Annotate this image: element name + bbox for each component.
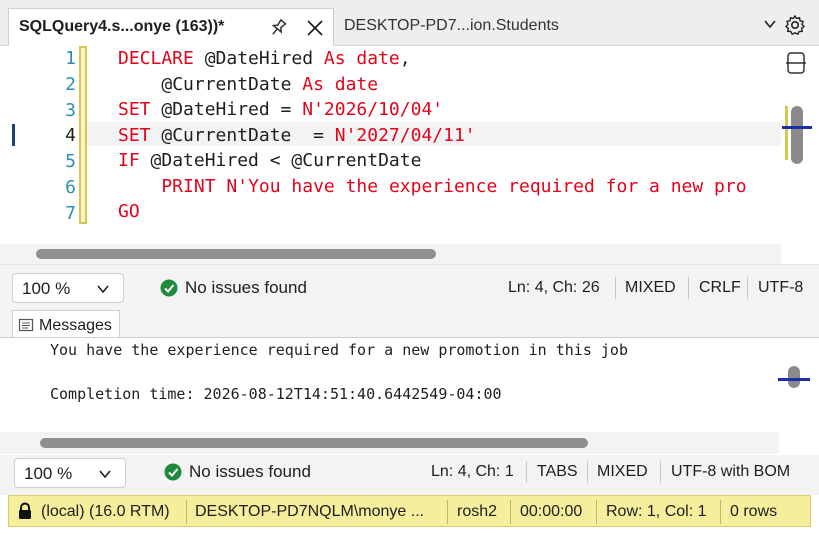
indent-mode[interactable]: TABS: [537, 463, 578, 481]
close-icon[interactable]: [303, 16, 327, 40]
divider: [526, 461, 527, 483]
messages-output[interactable]: You have the experience required for a n…: [0, 337, 819, 455]
server-info: (local) (16.0 RTM): [41, 503, 170, 520]
code-line: DECLARE @DateHired As date,: [118, 48, 411, 69]
query-editor[interactable]: 1 2 3 4 5 6 7 DECLARE @DateHired As date…: [0, 46, 819, 264]
code-line: SET @DateHired = N'2026/10/04': [118, 99, 444, 120]
zoom-value: 100 %: [22, 279, 71, 298]
vertical-scrollbar-thumb[interactable]: [791, 106, 803, 164]
message-line: Completion time: 2026-08-12T14:51:40.644…: [50, 385, 502, 403]
code-line: PRINT N'You have the experience required…: [118, 176, 747, 197]
encoding[interactable]: UTF-8 with BOM: [671, 463, 790, 481]
database-name: rosh2: [457, 503, 498, 520]
divider: [510, 500, 511, 524]
line-number: 2: [65, 74, 76, 95]
code-line: @CurrentDate As date: [161, 74, 379, 95]
zoom-select[interactable]: 100 %: [12, 273, 124, 303]
line-number: 1: [65, 48, 76, 69]
chevron-down-icon: [97, 285, 109, 294]
horizontal-scrollbar[interactable]: [0, 432, 779, 454]
zoom-value: 100 %: [24, 464, 73, 483]
divider: [660, 461, 661, 483]
chevron-down-icon[interactable]: [762, 16, 778, 32]
vertical-scrollbar-thumb[interactable]: [788, 366, 800, 388]
divider: [720, 500, 721, 524]
check-circle-icon: [164, 463, 182, 481]
results-tab-bar: Messages: [0, 308, 819, 340]
divider: [186, 500, 187, 524]
line-number: 5: [65, 151, 76, 172]
zoom-select[interactable]: 100 %: [14, 458, 126, 488]
whitespace-mode[interactable]: MIXED: [625, 279, 676, 297]
line-number: 7: [65, 203, 76, 224]
scroll-change-marker: [785, 106, 788, 160]
issues-status[interactable]: No issues found: [189, 462, 311, 482]
line-number: 6: [65, 177, 76, 198]
gear-icon[interactable]: [784, 14, 806, 36]
elapsed-time: 00:00:00: [520, 503, 583, 520]
scroll-caret-marker: [778, 378, 810, 381]
message-line: You have the experience required for a n…: [50, 341, 628, 359]
tab-sqlquery4[interactable]: SQLQuery4.s...onye (163))*: [8, 8, 334, 46]
lock-icon: [19, 502, 31, 519]
divider: [747, 277, 748, 299]
tab-title: SQLQuery4.s...onye (163))*: [19, 18, 225, 35]
code-line: GO: [118, 201, 140, 222]
horizontal-scrollbar-thumb[interactable]: [36, 249, 436, 259]
document-tab-bar: SQLQuery4.s...onye (163))* DESKTOP-PD7..…: [0, 0, 819, 46]
cursor-position[interactable]: Ln: 4, Ch: 1: [431, 463, 514, 481]
code-line: SET @CurrentDate = N'2027/04/11': [118, 125, 476, 146]
editor-status-bar: 100 % No issues found Ln: 4, Ch: 26 MIXE…: [0, 264, 819, 308]
divider: [688, 277, 689, 299]
horizontal-scrollbar-thumb[interactable]: [40, 438, 588, 448]
messages-status-bar: 100 % No issues found Ln: 4, Ch: 1 TABS …: [0, 455, 819, 495]
code-area[interactable]: DECLARE @DateHired As date, @CurrentDate…: [118, 46, 780, 235]
line-ending[interactable]: CRLF: [699, 279, 741, 297]
whitespace-mode[interactable]: MIXED: [597, 463, 648, 481]
check-circle-icon: [160, 279, 178, 297]
connection-status-bar: (local) (16.0 RTM) DESKTOP-PD7NQLM\monye…: [8, 495, 811, 527]
encoding[interactable]: UTF-8: [758, 279, 803, 297]
line-number: 3: [65, 100, 76, 121]
split-editor-icon[interactable]: [784, 50, 808, 76]
chevron-down-icon: [99, 470, 111, 479]
login-info: DESKTOP-PD7NQLM\monye ...: [195, 503, 425, 520]
code-line: IF @DateHired < @CurrentDate: [118, 150, 422, 171]
line-number: 4: [65, 125, 76, 146]
divider: [596, 500, 597, 524]
cursor-position[interactable]: Ln: 4, Ch: 26: [508, 279, 600, 297]
divider: [447, 500, 448, 524]
horizontal-scrollbar[interactable]: [0, 244, 781, 264]
row-col: Row: 1, Col: 1: [606, 503, 707, 520]
change-tracking-bar: [79, 46, 87, 224]
tab-messages[interactable]: Messages: [12, 310, 120, 340]
messages-icon: [18, 318, 34, 332]
tab-label: Messages: [39, 317, 112, 334]
current-line-marker: [12, 124, 15, 146]
scroll-caret-marker: [782, 126, 812, 129]
issues-status[interactable]: No issues found: [185, 278, 307, 298]
tab-students[interactable]: DESKTOP-PD7...ion.Students: [344, 17, 559, 35]
row-count: 0 rows: [730, 503, 778, 520]
divider: [587, 461, 588, 483]
pin-icon[interactable]: [267, 17, 289, 39]
divider: [615, 277, 616, 299]
